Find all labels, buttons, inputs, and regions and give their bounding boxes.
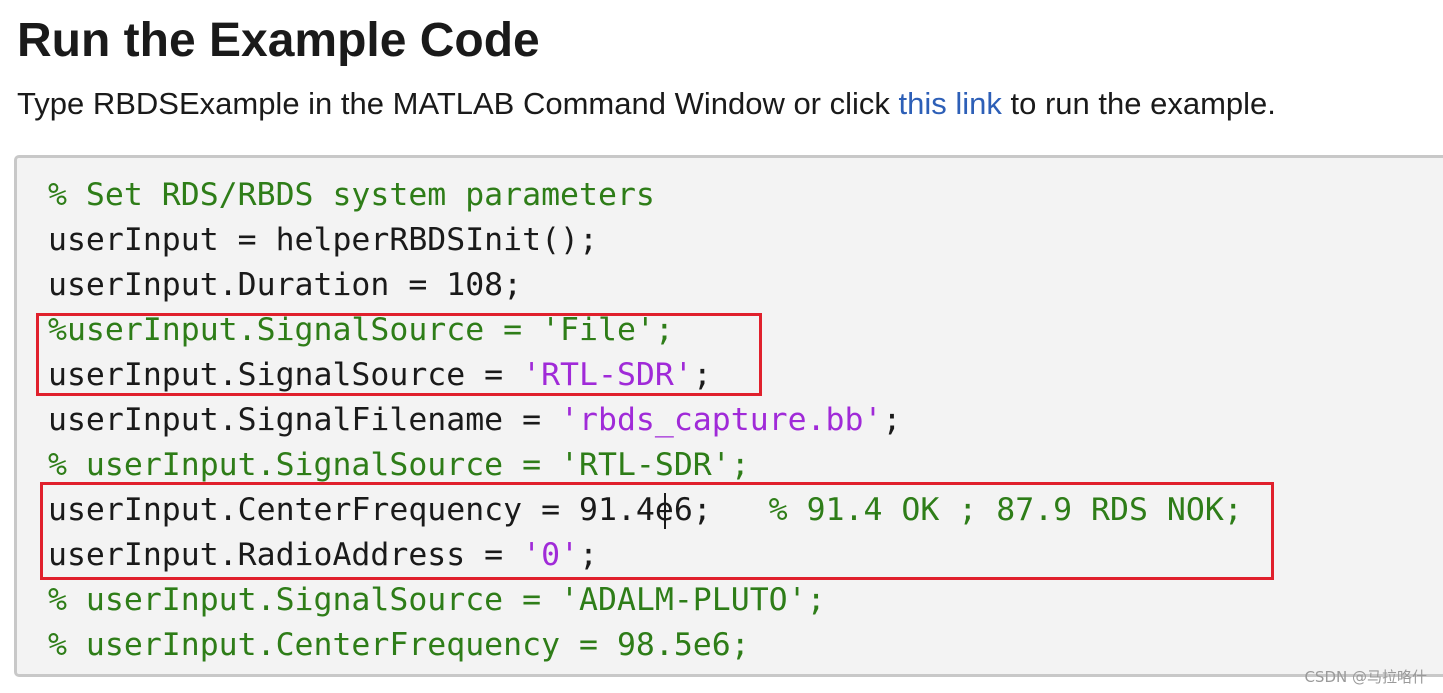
intro-text-before: Type RBDSExample in the MATLAB Command W… (17, 86, 899, 121)
code-line: userInput = helperRBDSInit(); (48, 218, 598, 263)
code-token-plain: ; (882, 402, 902, 438)
code-line: userInput.RadioAddress = '0'; (48, 533, 598, 578)
code-line: %userInput.SignalSource = 'File'; (48, 308, 674, 353)
code-token-plain: ; (579, 537, 598, 573)
code-token-comment: % 91.4 OK ; 87.9 RDS NOK; (768, 492, 1243, 528)
code-token-comment: %userInput.SignalSource = 'File'; (48, 312, 674, 348)
intro-paragraph: Type RBDSExample in the MATLAB Command W… (17, 84, 1276, 124)
run-example-link[interactable]: this link (899, 86, 1002, 121)
page-title: Run the Example Code (17, 14, 540, 67)
code-token-plain: userInput.Duration = 108; (48, 267, 523, 303)
code-token-comment: % userInput.CenterFrequency = 98.5e6; (48, 627, 750, 663)
code-token-comment: % Set RDS/RBDS system parameters (48, 177, 655, 213)
code-token-string: 'rbds_capture.bb' (560, 402, 883, 438)
code-line: userInput.SignalSource = 'RTL-SDR'; (48, 353, 712, 398)
watermark: CSDN @马拉咯什 (1304, 668, 1427, 686)
code-line: % userInput.CenterFrequency = 98.5e6; (48, 623, 750, 668)
code-token-plain: userInput.CenterFrequency = 91.4e6; (48, 492, 769, 528)
code-token-plain: ; (692, 357, 712, 393)
code-line: userInput.SignalFilename = 'rbds_capture… (48, 398, 901, 443)
code-token-plain: userInput.SignalSource = (48, 357, 523, 393)
code-token-string: 'RTL-SDR' (522, 357, 693, 393)
intro-text-after: to run the example. (1001, 86, 1276, 121)
code-line: userInput.Duration = 108; (48, 263, 522, 308)
code-token-comment: % userInput.SignalSource = 'ADALM-PLUTO'… (48, 582, 826, 618)
code-line: userInput.CenterFrequency = 91.4e6; % 91… (48, 488, 1243, 533)
code-line: % userInput.SignalSource = 'ADALM-PLUTO'… (48, 578, 826, 623)
code-token-plain: userInput = helperRBDSInit(); (48, 222, 598, 258)
text-cursor (664, 493, 666, 529)
code-token-comment: % userInput.SignalSource = 'RTL-SDR'; (48, 447, 750, 483)
code-line: % userInput.SignalSource = 'RTL-SDR'; (48, 443, 750, 488)
code-token-plain: userInput.RadioAddress = (48, 537, 523, 573)
code-token-plain: userInput.SignalFilename = (48, 402, 561, 438)
code-token-string: '0' (522, 537, 580, 573)
code-line: % Set RDS/RBDS system parameters (48, 173, 655, 218)
